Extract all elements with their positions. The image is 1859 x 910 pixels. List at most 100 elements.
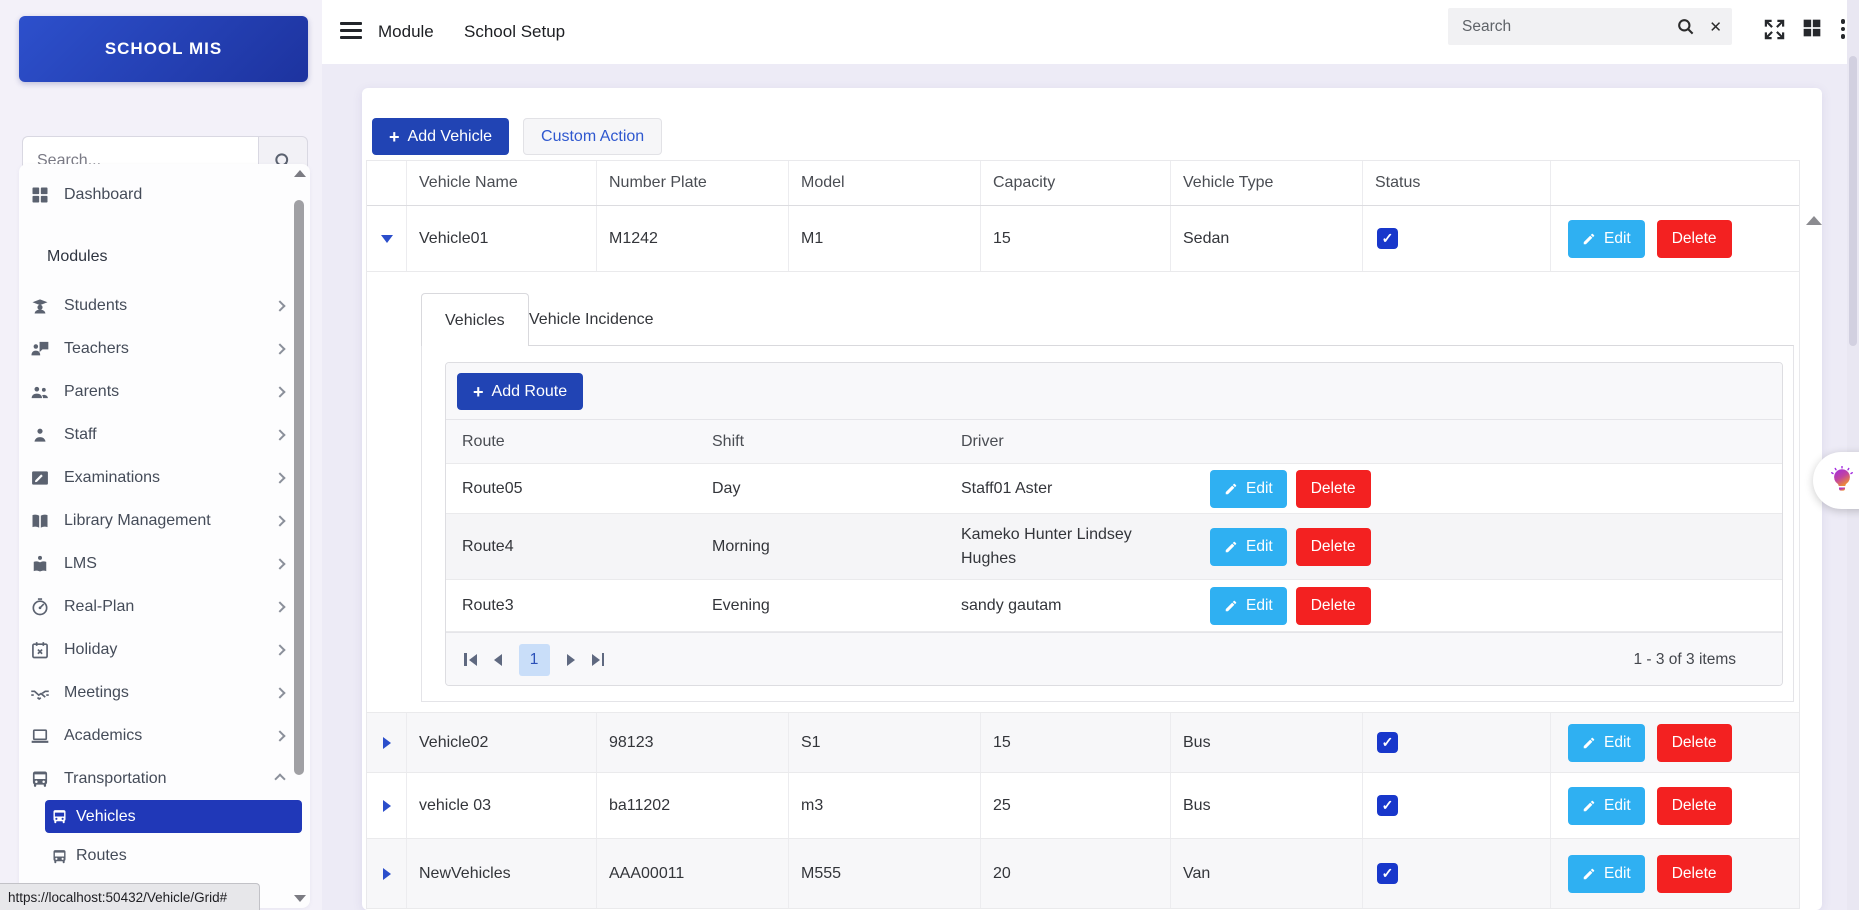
delete-button[interactable]: Delete — [1657, 787, 1732, 825]
search-icon[interactable] — [1676, 17, 1695, 36]
edit-button[interactable]: Edit — [1568, 724, 1645, 762]
edit-button[interactable]: Edit — [1210, 528, 1287, 566]
edit-button[interactable]: Edit — [1568, 787, 1645, 825]
collapse-row-icon[interactable] — [381, 235, 393, 243]
sidebar-item-holiday[interactable]: Holiday — [19, 628, 310, 671]
tab-vehicle-incidence[interactable]: Vehicle Incidence — [529, 293, 654, 346]
column-header[interactable]: Driver — [945, 420, 1194, 463]
status-checkbox[interactable]: ✓ — [1377, 732, 1398, 753]
calendar-x-icon — [30, 640, 50, 660]
cell-model: M555 — [789, 839, 981, 908]
staff-icon — [30, 425, 50, 445]
edit-button[interactable]: Edit — [1210, 470, 1287, 508]
sidebar-item-label: Holiday — [64, 641, 117, 659]
edit-button[interactable]: Edit — [1210, 587, 1287, 625]
status-url-text: https://localhost:50432/Vehicle/Grid# — [8, 890, 227, 905]
pager-prev-button[interactable] — [494, 654, 502, 666]
status-checkbox[interactable]: ✓ — [1377, 228, 1398, 249]
pencil-icon — [1224, 540, 1238, 554]
grid-scroll-up-icon[interactable] — [1806, 216, 1822, 225]
cell-capacity: 25 — [981, 773, 1171, 838]
cell-vehicle-name: Vehicle01 — [407, 206, 597, 271]
table-row: Vehicle02 98123 S1 15 Bus ✓ Edit Delete — [367, 713, 1799, 773]
delete-button[interactable]: Delete — [1296, 528, 1371, 566]
column-header[interactable]: Vehicle Name — [407, 161, 597, 205]
sidebar-item-lms[interactable]: LMS — [19, 542, 310, 585]
column-header[interactable]: Vehicle Type — [1171, 161, 1363, 205]
cell-shift: Evening — [696, 580, 945, 631]
delete-button[interactable]: Delete — [1657, 724, 1732, 762]
status-checkbox[interactable]: ✓ — [1377, 795, 1398, 816]
sidebar-item-academics[interactable]: Academics — [19, 714, 310, 757]
sidebar-item-staff[interactable]: Staff — [19, 413, 310, 456]
bus-icon — [51, 848, 68, 865]
sidebar-item-meetings[interactable]: Meetings — [19, 671, 310, 714]
sidebar-item-vehicles[interactable]: Vehicles — [45, 800, 302, 833]
lms-icon — [30, 554, 50, 574]
pencil-icon — [1582, 867, 1596, 881]
sidebar-modules-list: Students Teachers Parents Staff Examinat… — [19, 284, 310, 800]
actions-column-header — [1551, 161, 1799, 205]
pager-first-button[interactable] — [464, 653, 477, 666]
brand-text: SCHOOL MIS — [105, 39, 222, 59]
delete-button[interactable]: Delete — [1657, 220, 1732, 258]
delete-button[interactable]: Delete — [1657, 855, 1732, 893]
chevron-right-icon — [274, 429, 285, 440]
tab-content: + Add Route Route Shift Driver Route05 — [421, 345, 1794, 702]
sidebar-item-realplan[interactable]: Real-Plan — [19, 585, 310, 628]
pager-last-button[interactable] — [592, 653, 605, 666]
scrollbar-thumb[interactable] — [294, 200, 304, 775]
sidebar-item-parents[interactable]: Parents — [19, 370, 310, 413]
expand-row-icon[interactable] — [383, 737, 391, 749]
sidebar-item-label: Library Management — [64, 512, 211, 530]
chevron-right-icon — [274, 601, 285, 612]
scroll-up-icon[interactable] — [294, 170, 306, 177]
nav-module[interactable]: Module — [378, 0, 434, 64]
cell-model: m3 — [789, 773, 981, 838]
topbar-search-input[interactable] — [1462, 18, 1676, 36]
book-open-icon — [30, 511, 50, 531]
detail-row: Vehicles Vehicle Incidence + Add Route R… — [367, 272, 1799, 713]
sidebar-item-library[interactable]: Library Management — [19, 499, 310, 542]
scrollbar-thumb[interactable] — [1849, 56, 1857, 346]
column-header[interactable]: Status — [1363, 161, 1551, 205]
hamburger-menu-icon[interactable] — [340, 22, 362, 43]
nav-school-setup[interactable]: School Setup — [464, 0, 565, 64]
pager-next-button[interactable] — [567, 654, 575, 666]
delete-button[interactable]: Delete — [1296, 470, 1371, 508]
sidebar-item-routes[interactable]: Routes — [45, 837, 310, 875]
add-vehicle-button[interactable]: + Add Vehicle — [372, 118, 509, 155]
sidebar-scrollbar[interactable] — [292, 168, 306, 904]
clear-search-icon[interactable]: ✕ — [1709, 18, 1722, 36]
fullscreen-icon[interactable] — [1763, 18, 1786, 41]
custom-action-button[interactable]: Custom Action — [523, 118, 662, 155]
sidebar: SCHOOL MIS Dashboard Modules Students — [0, 0, 322, 910]
expand-row-icon[interactable] — [383, 868, 391, 880]
sidebar-item-students[interactable]: Students — [19, 284, 310, 327]
column-header[interactable]: Model — [789, 161, 981, 205]
cell-capacity: 20 — [981, 839, 1171, 908]
column-header[interactable]: Capacity — [981, 161, 1171, 205]
edit-button[interactable]: Edit — [1568, 220, 1645, 258]
sidebar-item-teachers[interactable]: Teachers — [19, 327, 310, 370]
tab-vehicles[interactable]: Vehicles — [421, 293, 529, 346]
routes-pager: 1 1 - 3 of 3 items — [446, 632, 1782, 686]
sidebar-item-examinations[interactable]: Examinations — [19, 456, 310, 499]
sidebar-item-label: Staff — [64, 426, 97, 444]
grid-view-icon[interactable] — [1802, 18, 1822, 38]
expand-row-icon[interactable] — [383, 800, 391, 812]
status-checkbox[interactable]: ✓ — [1377, 863, 1398, 884]
column-header[interactable]: Shift — [696, 420, 945, 463]
delete-button[interactable]: Delete — [1296, 587, 1371, 625]
table-row: vehicle 03 ba11202 m3 25 Bus ✓ Edit Dele… — [367, 773, 1799, 839]
sidebar-item-dashboard[interactable]: Dashboard — [19, 176, 310, 214]
column-header[interactable]: Number Plate — [597, 161, 789, 205]
pager-page-1[interactable]: 1 — [519, 644, 550, 676]
chevron-right-icon — [274, 386, 285, 397]
edit-button[interactable]: Edit — [1568, 855, 1645, 893]
kebab-menu-icon[interactable] — [1841, 16, 1846, 42]
scroll-down-icon[interactable] — [294, 895, 306, 902]
sidebar-item-transportation[interactable]: Transportation — [19, 757, 310, 800]
column-header[interactable]: Route — [446, 420, 696, 463]
add-route-button[interactable]: + Add Route — [457, 373, 583, 410]
